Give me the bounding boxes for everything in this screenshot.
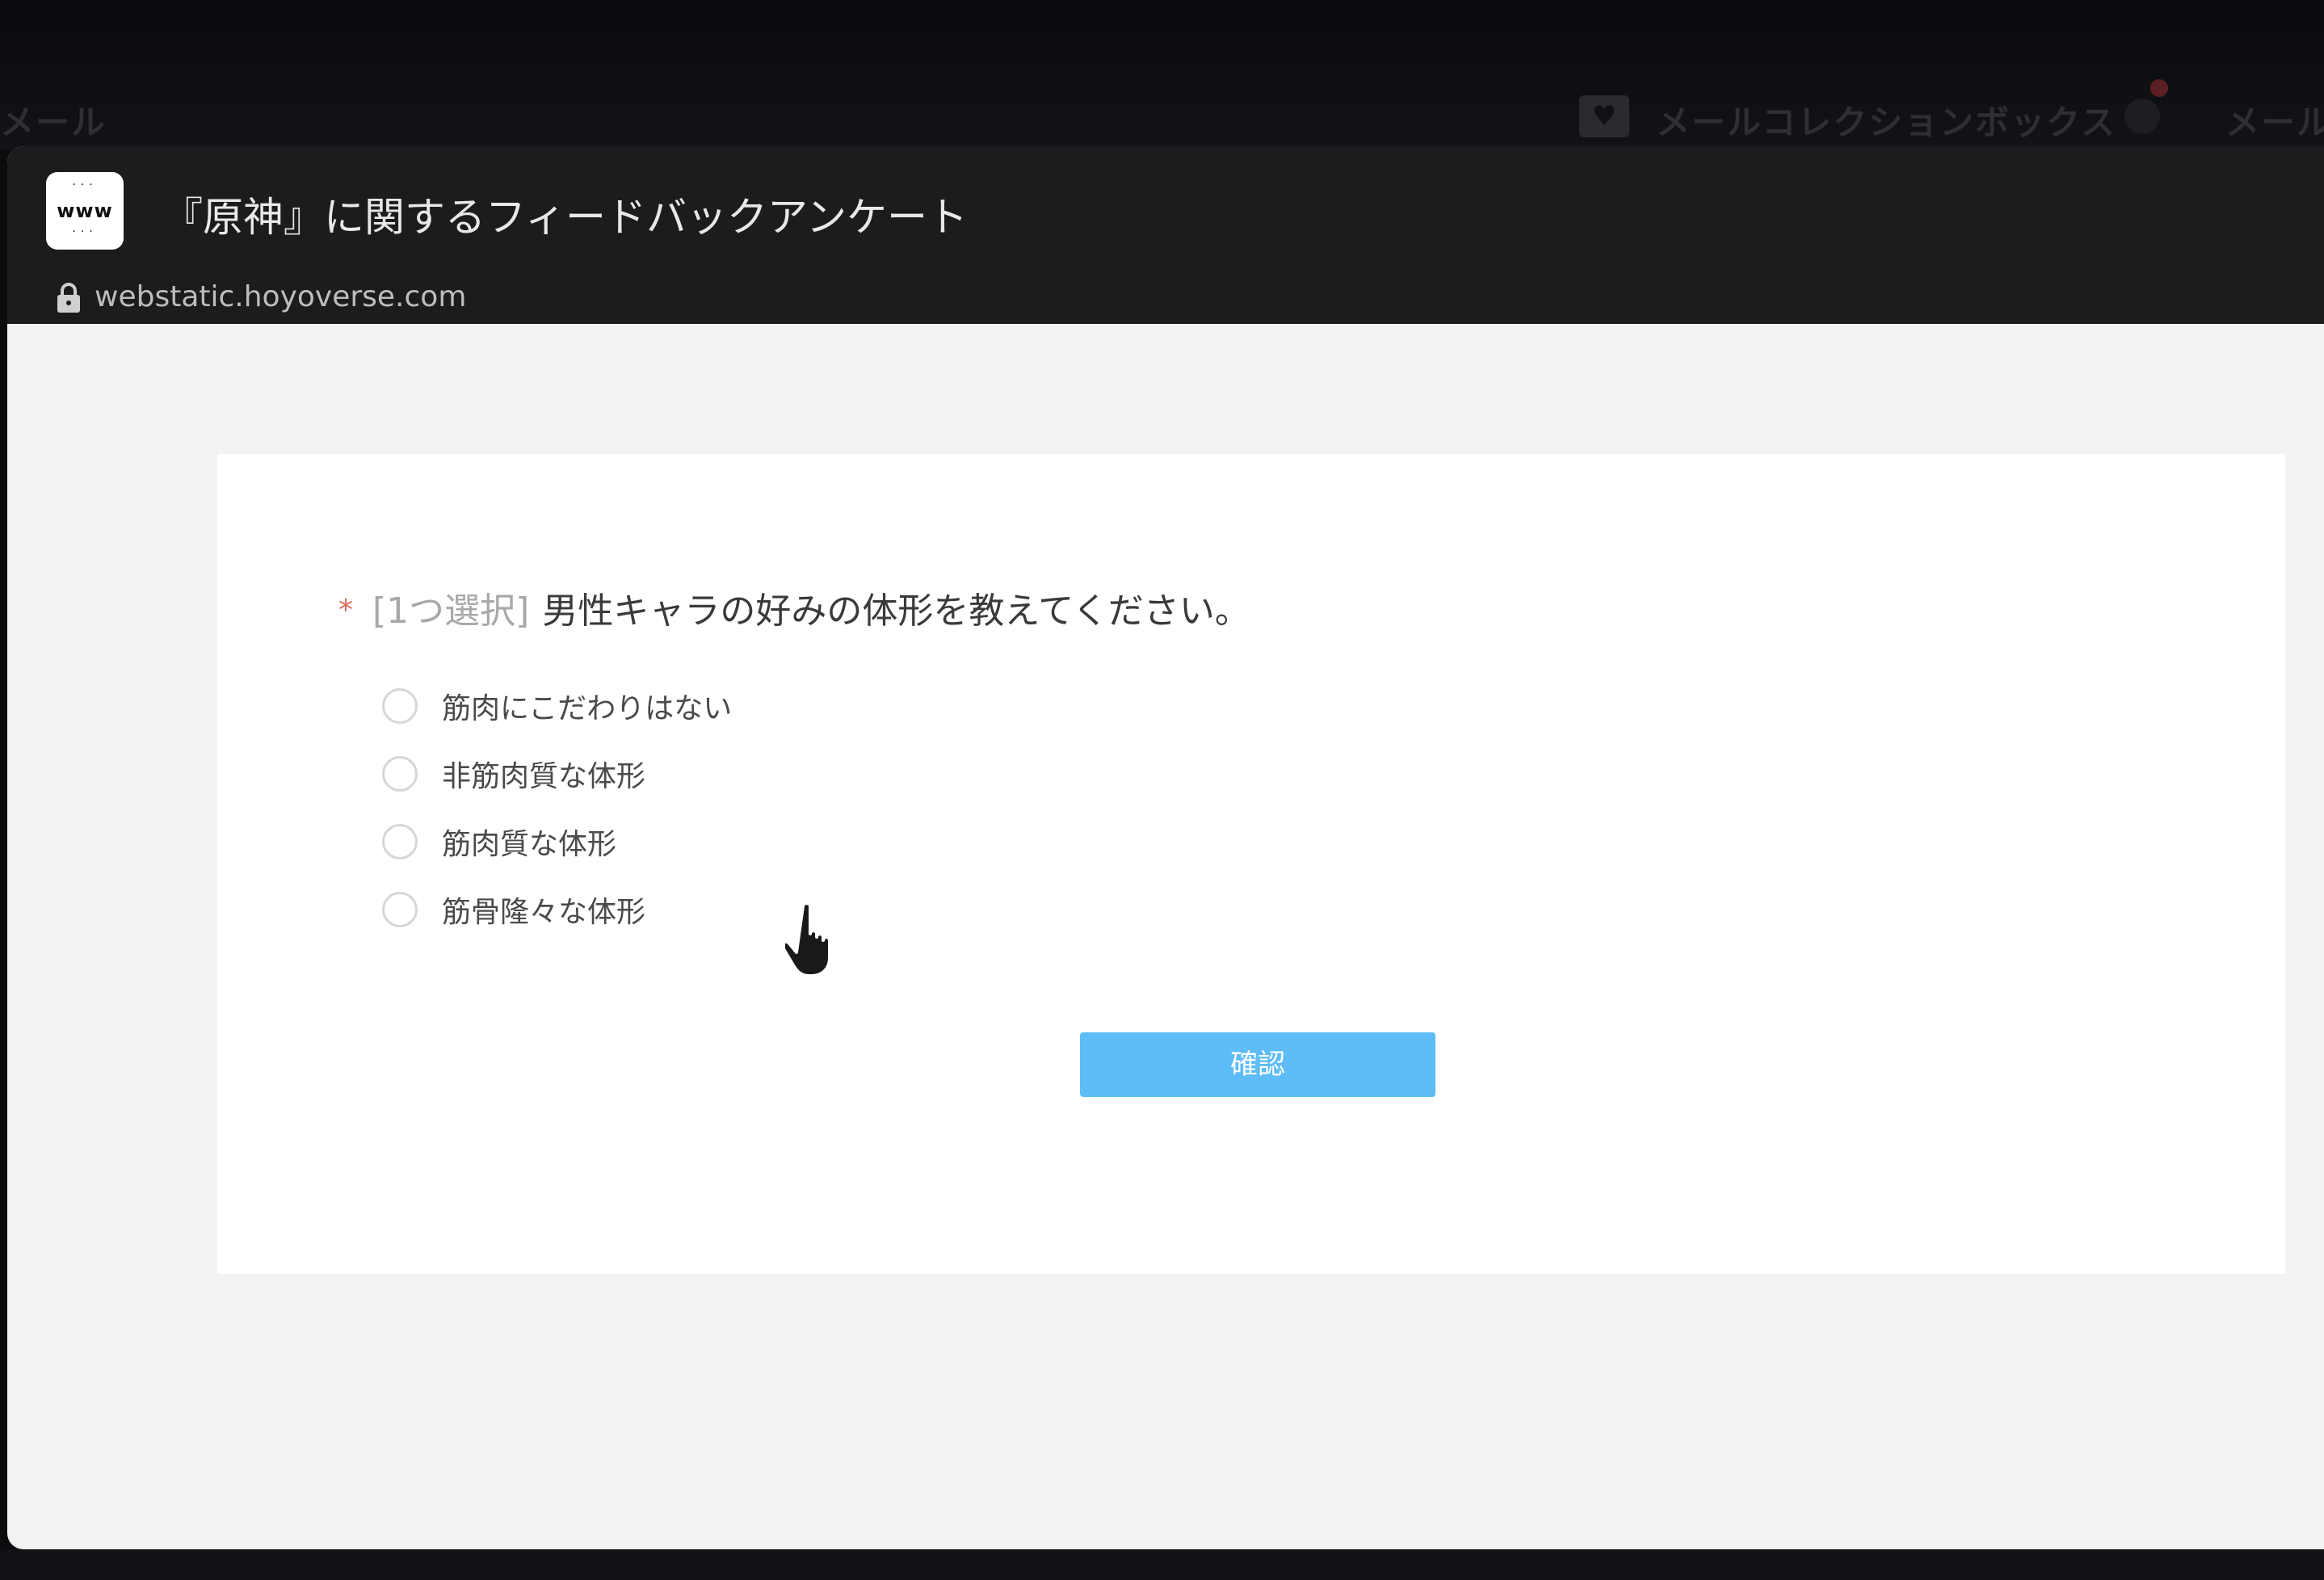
options-list: 筋肉にこだわりはない 非筋肉質な体形 筋肉質な体形 筋骨隆々な体形 xyxy=(382,672,732,943)
radio-button[interactable] xyxy=(382,688,418,724)
option-label: 非筋肉質な体形 xyxy=(442,760,646,793)
option-very-muscular[interactable]: 筋骨隆々な体形 xyxy=(382,876,732,943)
option-label: 筋骨隆々な体形 xyxy=(442,896,646,929)
confirm-button[interactable]: 確認 xyxy=(1080,1032,1435,1097)
www-site-icon: ··· www ··· xyxy=(46,172,124,250)
webview-window: ··· www ··· 『原神』に関するフィードバックアンケート webstat… xyxy=(7,146,2324,1549)
mail-tab-label: メール xyxy=(0,103,107,142)
site-icon-text: www xyxy=(57,200,113,222)
notification-icon xyxy=(2124,99,2160,134)
page-title: 『原神』に関するフィードバックアンケート xyxy=(162,194,968,241)
hand-cursor-icon xyxy=(785,901,831,977)
site-icon-dots-bottom: ··· xyxy=(72,225,98,238)
option-muscular[interactable]: 筋肉質な体形 xyxy=(382,808,732,876)
mail-label-right: メール xyxy=(2225,103,2324,142)
collection-box-label: メールコレクションボックス xyxy=(1656,103,2116,142)
notification-badge xyxy=(2150,79,2168,97)
radio-button[interactable] xyxy=(382,756,418,792)
webview-header: ··· www ··· 『原神』に関するフィードバックアンケート webstat… xyxy=(7,146,2324,324)
heart-icon: ♥ xyxy=(1579,95,1629,137)
question-text: 男性キャラの好みの体形を教えてください。 xyxy=(542,590,1250,632)
radio-button[interactable] xyxy=(382,824,418,859)
option-label: 筋肉質な体形 xyxy=(442,828,617,861)
question-tag: [1つ選択] xyxy=(372,590,530,632)
required-mark: * xyxy=(338,594,353,627)
url-text: webstatic.hoyoverse.com xyxy=(95,280,467,313)
screen: メール ♥ メールコレクションボックス メール ··· www ··· 『原神』… xyxy=(0,0,2324,1580)
option-no-preference[interactable]: 筋肉にこだわりはない xyxy=(382,672,732,740)
site-icon-dots-top: ··· xyxy=(72,179,98,191)
option-non-muscular[interactable]: 非筋肉質な体形 xyxy=(382,740,732,808)
question-heading: * [1つ選択] 男性キャラの好みの体形を教えてください。 xyxy=(338,582,1250,633)
game-background-bottom xyxy=(0,1549,2324,1580)
lock-icon xyxy=(57,283,80,313)
option-label: 筋肉にこだわりはない xyxy=(442,692,733,725)
survey-card: * [1つ選択] 男性キャラの好みの体形を教えてください。 筋肉にこだわりはない 非… xyxy=(217,454,2285,1274)
radio-button[interactable] xyxy=(382,892,418,927)
